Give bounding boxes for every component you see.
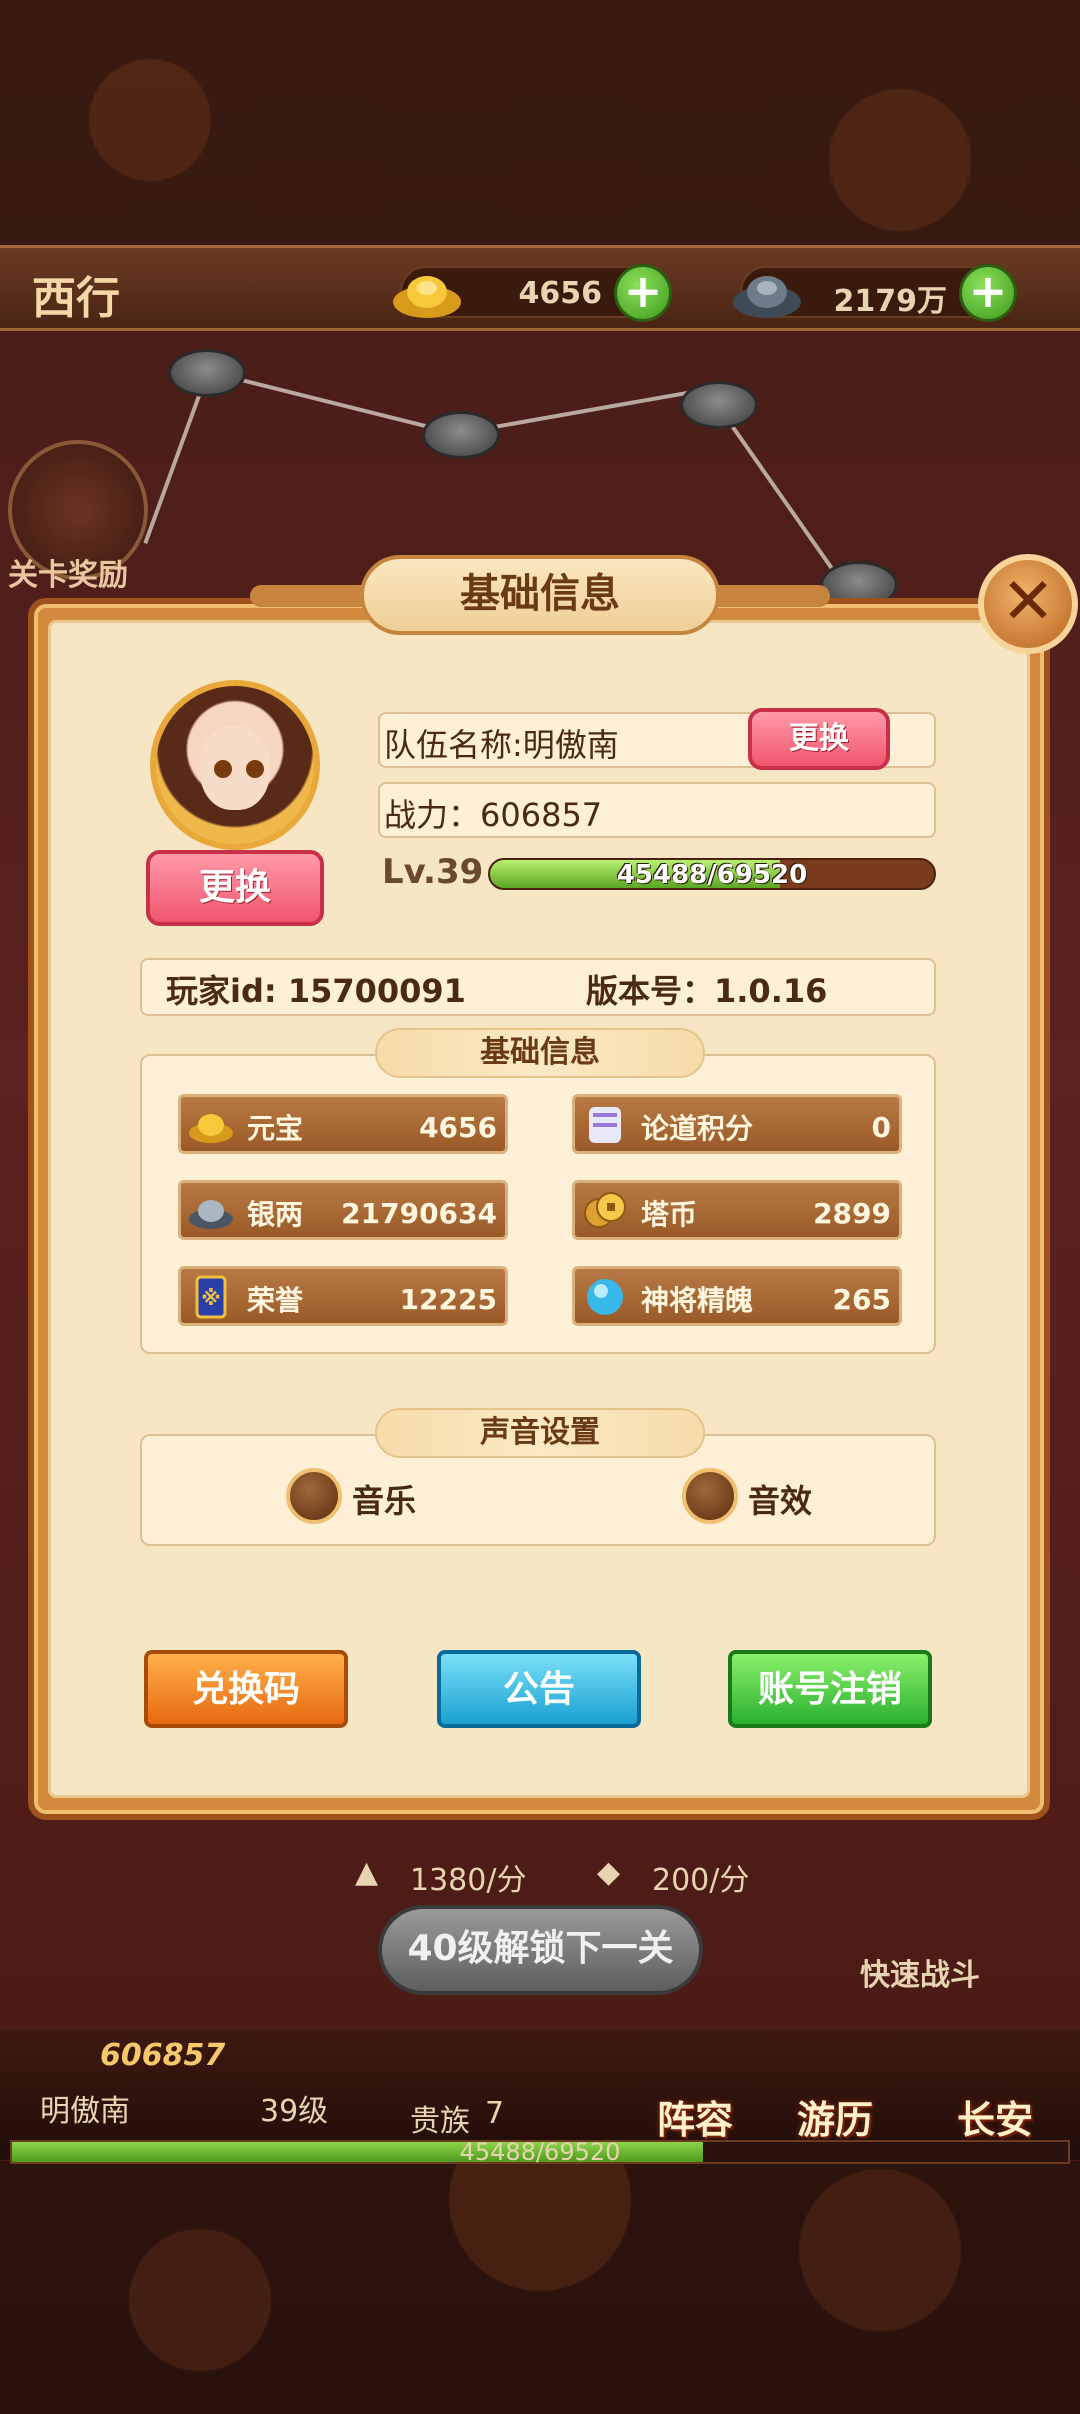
sfx-label: 音效 — [748, 1482, 813, 1520]
gold-ingot-icon — [393, 276, 461, 318]
silver-resource: 2179万 + — [733, 264, 1017, 322]
resource-value: 4656 — [419, 1111, 497, 1144]
player-id: 玩家id: 15700091 — [166, 972, 466, 1010]
id-version-box: 玩家id: 15700091 版本号：1.0.16 — [140, 958, 936, 1016]
change-team-name-button[interactable]: 更换 — [748, 708, 890, 770]
gold-ingot-icon — [189, 1114, 233, 1143]
resource-label: 元宝 — [247, 1112, 304, 1145]
resource-tower-coin: 塔币 2899 — [572, 1180, 902, 1240]
svg-text:※: ※ — [201, 1286, 220, 1310]
silver-value: 2179万 — [833, 284, 948, 319]
nav-travel[interactable]: 游历 — [770, 2020, 900, 2150]
delete-account-button[interactable]: 账号注销 — [728, 1650, 932, 1728]
sound-section-title: 声音设置 — [375, 1408, 705, 1458]
spirit-rate: 200/分 — [652, 1863, 750, 1898]
version-number: 版本号：1.0.16 — [586, 972, 828, 1010]
map-path — [728, 421, 847, 588]
resources-section-title: 基础信息 — [375, 1028, 705, 1078]
silver-ingot-icon — [733, 276, 801, 318]
resource-value: 0 — [871, 1111, 891, 1144]
resource-value: 21790634 — [341, 1197, 497, 1230]
gold-value: 4656 — [518, 276, 603, 311]
resource-value: 2899 — [813, 1197, 891, 1230]
power-value: 战力：606857 — [384, 796, 603, 834]
top-resource-bar: 西行 4656 + 2179万 + — [0, 245, 1080, 331]
resource-spirit: 神将精魄 265 — [572, 1266, 902, 1326]
resource-label: 论道积分 — [641, 1112, 754, 1145]
silver-rate-icon: ▲ — [355, 1855, 379, 1890]
dialog-title: 基础信息 — [360, 555, 720, 635]
player-level: Lv.39 — [382, 852, 484, 892]
close-icon: ✕ — [1001, 565, 1055, 639]
xp-text: 45488/69520 — [616, 860, 808, 890]
hud-xp-bar: 45488/69520 — [10, 2138, 1070, 2166]
scroll-icon — [589, 1107, 621, 1143]
silver-ingot-icon — [189, 1200, 233, 1229]
avatar-eye — [214, 760, 232, 778]
map-path — [143, 392, 202, 545]
player-avatar[interactable] — [150, 680, 320, 850]
stage-node[interactable] — [680, 381, 758, 429]
avatar-eye — [246, 760, 264, 778]
resource-label: 塔币 — [641, 1198, 698, 1231]
spirit-gem-icon — [587, 1279, 623, 1315]
sfx-toggle[interactable] — [682, 1468, 738, 1524]
noble-label[interactable]: 贵族 — [410, 2096, 470, 2140]
noble-level: 7 — [485, 2096, 505, 2131]
close-button[interactable]: ✕ — [978, 554, 1078, 654]
stage-node[interactable] — [422, 411, 500, 459]
resource-gold: 元宝 4656 — [178, 1094, 508, 1154]
music-toggle[interactable] — [286, 1468, 342, 1524]
hud-player-name: 明傲南 — [40, 2094, 130, 2129]
resource-silver: 银两 21790634 — [178, 1180, 508, 1240]
resource-value: 12225 — [399, 1283, 497, 1316]
honor-badge-icon: ※ — [195, 1275, 227, 1319]
team-name: 队伍名称:明傲南 — [384, 726, 619, 764]
silver-rate: 1380/分 — [410, 1863, 527, 1898]
resource-debate-points: 论道积分 0 — [572, 1094, 902, 1154]
notice-button[interactable]: 公告 — [437, 1650, 641, 1728]
stage-reward-label: 关卡奖励 — [8, 558, 128, 593]
hud-power: 606857 — [100, 2038, 226, 2073]
resource-label: 银两 — [247, 1198, 304, 1231]
power-box: 战力：606857 — [378, 782, 936, 838]
nav-changan[interactable]: 长安 — [930, 2020, 1060, 2150]
resource-value: 265 — [832, 1283, 891, 1316]
resource-honor: ※ 荣誉 12225 — [178, 1266, 508, 1326]
chapter-title: 西行 — [32, 273, 120, 324]
resource-label: 神将精魄 — [641, 1284, 754, 1317]
quick-battle-button[interactable]: 快速战斗 — [860, 1950, 980, 1994]
gold-resource: 4656 + — [393, 264, 672, 322]
coin-icon — [584, 1192, 626, 1228]
spirit-rate-icon: ◆ — [597, 1855, 621, 1890]
hud-player-level: 39级 — [260, 2094, 329, 2129]
add-silver-button[interactable]: + — [959, 264, 1017, 322]
nav-lineup[interactable]: 阵容 — [630, 2020, 760, 2150]
resource-label: 荣誉 — [247, 1284, 304, 1317]
add-gold-button[interactable]: + — [614, 264, 672, 322]
hud-xp-text: 45488/69520 — [459, 2138, 621, 2166]
stage-node[interactable] — [168, 349, 246, 397]
unlock-next-stage-button[interactable]: 40级解锁下一关 — [378, 1905, 703, 1995]
redeem-code-button[interactable]: 兑换码 — [144, 1650, 348, 1728]
change-avatar-button[interactable]: 更换 — [146, 850, 324, 926]
xp-bar: 45488/69520 — [488, 858, 936, 890]
music-label: 音乐 — [352, 1482, 417, 1520]
